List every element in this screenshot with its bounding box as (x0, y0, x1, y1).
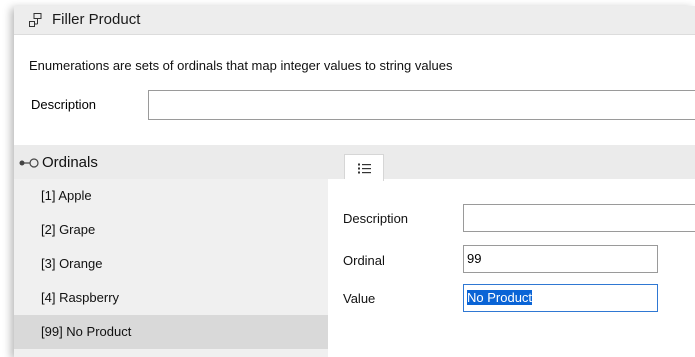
value-selected-text: No Product (467, 290, 533, 305)
ordinal-item-raspberry[interactable]: [4] Raspberry (14, 281, 328, 315)
description-label: Description (31, 97, 97, 112)
enum-description-input[interactable] (148, 90, 695, 120)
panel-divider (328, 179, 345, 357)
list-icon (358, 163, 371, 174)
window-title: Filler Product (52, 11, 141, 28)
ordinals-list: [1] Apple [2] Grape [3] Orange [4] Raspb… (14, 179, 328, 357)
ordinal-input[interactable]: 99 (463, 245, 658, 273)
ordinal-item-grape[interactable]: [2] Grape (14, 213, 328, 247)
pin-circle-icon (19, 158, 39, 168)
ordinals-title: Ordinals (42, 154, 98, 171)
value-input[interactable]: No Product (463, 284, 658, 312)
ordinal-description-input[interactable] (463, 204, 695, 232)
ordinal-label: Ordinal (343, 253, 385, 268)
properties-tab[interactable] (344, 154, 384, 181)
enum-editor-window: Filler Product Enumerations are sets of … (14, 6, 695, 357)
ordinal-item-apple[interactable]: [1] Apple (14, 179, 328, 213)
description-label: Description (343, 211, 409, 226)
node-tree-icon (29, 13, 42, 27)
intro-text: Enumerations are sets of ordinals that m… (29, 58, 453, 73)
title-bar: Filler Product (14, 6, 695, 35)
ordinal-item-no-product[interactable]: [99] No Product (14, 315, 328, 349)
value-label: Value (343, 291, 376, 306)
ordinal-item-orange[interactable]: [3] Orange (14, 247, 328, 281)
